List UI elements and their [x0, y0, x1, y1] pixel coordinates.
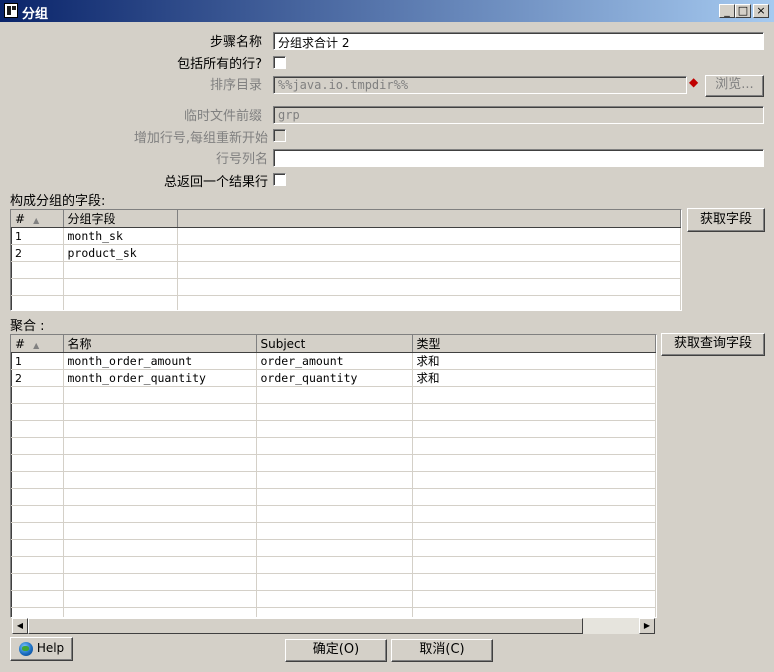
- aggregation-section-label: 聚合 :: [10, 319, 45, 334]
- table-row[interactable]: [11, 539, 656, 557]
- table-row[interactable]: [11, 556, 656, 574]
- table-row[interactable]: [11, 386, 656, 404]
- step-name-input[interactable]: 分组求合计 2: [273, 32, 764, 50]
- table-row[interactable]: [11, 278, 681, 296]
- window-title: 分组: [22, 7, 49, 22]
- always-one-row-checkbox[interactable]: [273, 173, 286, 186]
- table-row[interactable]: [11, 522, 656, 540]
- column-header-number[interactable]: # ▲: [11, 335, 64, 353]
- table-row[interactable]: [11, 471, 656, 489]
- window-app-icon: [4, 3, 18, 18]
- help-label: Help: [36, 641, 65, 655]
- cancel-button[interactable]: 取消(C): [391, 639, 493, 662]
- table-row[interactable]: [11, 454, 656, 472]
- step-name-label: 步骤名称: [209, 35, 262, 50]
- name-cell[interactable]: month_order_amount: [63, 352, 257, 370]
- scroll-thumb[interactable]: [28, 618, 583, 634]
- table-row[interactable]: [11, 437, 656, 455]
- table-row[interactable]: [11, 420, 656, 438]
- sort-dir-input[interactable]: %%java.io.tmpdir%%: [273, 76, 687, 94]
- scroll-right-button[interactable]: ▶: [639, 618, 655, 634]
- browse-button[interactable]: 浏览...: [705, 75, 764, 97]
- include-all-rows-label: 包括所有的行?: [177, 57, 262, 72]
- include-all-rows-checkbox[interactable]: [273, 56, 286, 69]
- get-lookup-fields-button[interactable]: 获取查询字段: [661, 333, 765, 356]
- type-cell[interactable]: 求和: [412, 369, 656, 387]
- aggregation-table: # ▲ 名称 Subject 类型 1 month_order_amount or…: [10, 334, 657, 618]
- line-number-field-label: 行号列名: [215, 152, 268, 167]
- warning-diamond-icon: ◆: [689, 75, 699, 89]
- horizontal-scrollbar[interactable]: ◀ ▶: [12, 618, 655, 634]
- table-row[interactable]: 2 product_sk: [11, 244, 681, 262]
- table-row[interactable]: [11, 403, 656, 421]
- table-row[interactable]: 1 month_order_amount order_amount 求和: [11, 352, 656, 370]
- help-globe-icon: [18, 641, 33, 656]
- table-row[interactable]: [11, 590, 656, 608]
- group-field-cell[interactable]: month_sk: [63, 227, 178, 245]
- column-header-empty: [177, 210, 681, 228]
- table-row[interactable]: [11, 505, 656, 523]
- column-header-type[interactable]: 类型: [412, 335, 656, 353]
- row-number: 2: [11, 369, 64, 387]
- group-fields-section-label: 构成分组的字段:: [10, 194, 106, 209]
- column-header-number[interactable]: # ▲: [11, 210, 64, 228]
- scroll-left-button[interactable]: ◀: [12, 618, 28, 634]
- column-header-name[interactable]: 名称: [63, 335, 257, 353]
- maximize-button[interactable]: □: [735, 4, 751, 18]
- subject-cell[interactable]: order_quantity: [256, 369, 413, 387]
- get-fields-button[interactable]: 获取字段: [687, 208, 765, 232]
- table-row[interactable]: [11, 607, 656, 617]
- sort-dir-label: 排序目录: [209, 78, 262, 93]
- subject-cell[interactable]: order_amount: [256, 352, 413, 370]
- table-row[interactable]: 2 month_order_quantity order_quantity 求和: [11, 369, 656, 387]
- title-bar: 分组 _ □ ×: [0, 0, 774, 22]
- line-number-field-input[interactable]: [273, 149, 764, 167]
- group-field-cell[interactable]: product_sk: [63, 244, 178, 262]
- minimize-button[interactable]: _: [719, 4, 735, 18]
- table-row[interactable]: [11, 573, 656, 591]
- column-header-group-field[interactable]: 分组字段: [63, 210, 178, 228]
- help-button[interactable]: Help: [10, 637, 73, 661]
- group-fields-table: # ▲ 分组字段 1 month_sk 2 product_sk: [10, 209, 682, 311]
- name-cell[interactable]: month_order_quantity: [63, 369, 257, 387]
- table-row[interactable]: [11, 295, 681, 310]
- row-number: 1: [11, 352, 64, 370]
- table-row[interactable]: [11, 261, 681, 279]
- add-line-number-checkbox[interactable]: [273, 129, 286, 142]
- ok-button[interactable]: 确定(O): [285, 639, 387, 662]
- temp-prefix-label: 临时文件前缀: [183, 109, 262, 124]
- column-header-subject[interactable]: Subject: [256, 335, 413, 353]
- temp-prefix-input[interactable]: grp: [273, 106, 764, 124]
- close-button[interactable]: ×: [753, 4, 769, 18]
- row-number: 2: [11, 244, 64, 262]
- table-row[interactable]: [11, 488, 656, 506]
- table-row[interactable]: 1 month_sk: [11, 227, 681, 245]
- sort-ascending-icon: ▲: [33, 340, 40, 350]
- row-number: 1: [11, 227, 64, 245]
- sort-ascending-icon: ▲: [33, 215, 40, 225]
- always-one-row-label: 总返回一个结果行: [163, 175, 268, 190]
- add-line-number-label: 增加行号,每组重新开始: [133, 131, 268, 146]
- type-cell[interactable]: 求和: [412, 352, 656, 370]
